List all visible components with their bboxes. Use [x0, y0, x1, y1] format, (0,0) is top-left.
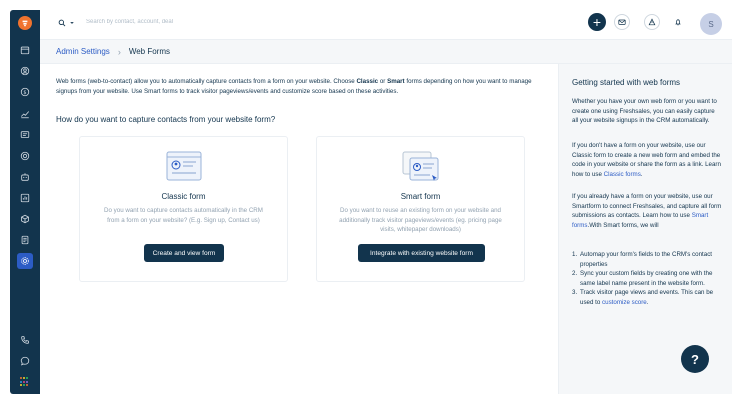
smart-form-benefits-list: 1. Automap your form's fields to the CRM'… — [572, 250, 724, 308]
main-content: Web forms (web-to-contact) allow you to … — [40, 64, 558, 394]
bot-icon[interactable] — [17, 169, 33, 185]
breadcrumb-separator: › — [117, 46, 121, 57]
list-item: 3. Track visitor page views and events. T… — [572, 289, 714, 306]
panel-title: Getting started with web forms — [572, 78, 681, 87]
email-icon[interactable] — [614, 14, 630, 30]
contacts-icon[interactable] — [17, 63, 33, 79]
panel-paragraph-2: If you don't have a form on your website… — [572, 142, 721, 178]
notification-bell-icon[interactable] — [670, 14, 686, 30]
analytics-icon[interactable] — [17, 190, 33, 206]
sidebar: $ — [10, 10, 40, 394]
search-scope-dropdown[interactable] — [58, 17, 82, 29]
products-icon[interactable] — [17, 211, 33, 227]
avatar[interactable]: S — [700, 13, 722, 35]
customize-score-link[interactable]: customize score — [602, 299, 647, 306]
list-item: 1. Automap your form's fields to the CRM'… — [572, 251, 713, 268]
deals-icon[interactable]: $ — [17, 84, 33, 100]
svg-text:$: $ — [23, 90, 26, 96]
breadcrumb: Admin Settings › Web Forms — [40, 40, 732, 64]
help-button[interactable]: ? — [681, 345, 709, 373]
getting-started-panel: Getting started with web forms Whether y… — [558, 64, 732, 394]
settings-icon[interactable] — [17, 253, 33, 269]
smart-form-card: Smart form Do you want to reuse an exist… — [316, 136, 525, 282]
page-title: Web Forms — [128, 47, 171, 56]
classic-form-illustration — [166, 151, 202, 183]
target-icon[interactable] — [17, 148, 33, 164]
top-bar: + S — [40, 10, 732, 40]
list-item: 2. Sync your custom fields by creating on… — [572, 270, 713, 287]
smart-form-description: Do you want to reuse an existing form on… — [339, 207, 502, 234]
chevron-down-icon — [70, 22, 74, 24]
quick-add-button[interactable]: + — [588, 13, 606, 31]
chat-icon[interactable] — [17, 127, 33, 143]
phone-icon[interactable] — [17, 332, 33, 348]
panel-paragraph-1: Whether you have your own web form or yo… — [572, 98, 717, 125]
calendar-icon[interactable] — [17, 42, 33, 58]
classic-form-title: Classic form — [161, 192, 206, 201]
apps-grid-icon[interactable] — [20, 377, 30, 387]
capture-question-heading: How do you want to capture contacts from… — [56, 115, 276, 124]
integrate-with-existing-website-form-button[interactable]: Integrate with existing website form — [358, 244, 485, 262]
search-input[interactable] — [86, 15, 286, 29]
classic-forms-link[interactable]: Classic forms — [604, 171, 641, 178]
smart-form-illustration — [402, 151, 440, 185]
documents-icon[interactable] — [17, 232, 33, 248]
panel-paragraph-3: If you already have a form on your websi… — [572, 193, 722, 229]
search-icon — [58, 19, 66, 27]
user-alert-icon[interactable] — [644, 14, 660, 30]
classic-form-card: Classic form Do you want to capture cont… — [79, 136, 288, 282]
freshsales-logo-icon[interactable] — [18, 16, 32, 30]
smart-form-title: Smart form — [400, 192, 441, 201]
intro-text: Web forms (web-to-contact) allow you to … — [56, 78, 532, 95]
breadcrumb-admin-settings-link[interactable]: Admin Settings — [56, 47, 110, 56]
reports-icon[interactable] — [17, 106, 33, 122]
create-and-view-form-button[interactable]: Create and view form — [144, 244, 224, 262]
message-icon[interactable] — [17, 353, 33, 369]
classic-form-description: Do you want to capture contacts automati… — [104, 207, 263, 224]
